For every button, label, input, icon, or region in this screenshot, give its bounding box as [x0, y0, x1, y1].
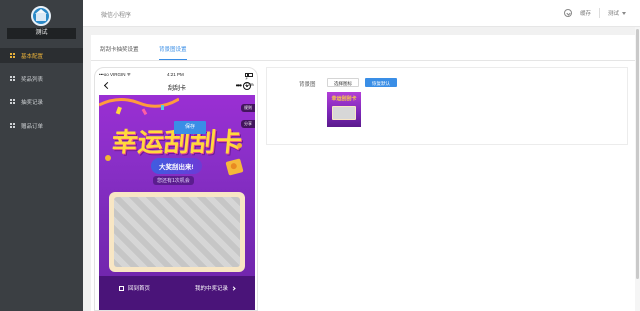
time: 4:21 PM — [167, 72, 184, 77]
divider — [598, 8, 600, 18]
carrier: •••oo VIRGIN ᯤ — [99, 72, 131, 77]
phone-bottom-bar: 回到首页 我的中奖记录 — [99, 276, 255, 310]
confetti-decoration — [99, 97, 179, 116]
tab-bar: 刮刮卡抽奖设置 背景图设置 — [91, 35, 636, 61]
coin-icon — [237, 143, 242, 148]
sidebar: 测试 基本配置 奖品列表 抽奖记录 赠品订单 — [0, 0, 83, 311]
scratch-surface[interactable] — [114, 197, 240, 267]
download-circle-icon[interactable] — [563, 9, 572, 17]
battery-icon — [245, 72, 253, 77]
battery-text: ⚡ 22% — [245, 72, 254, 87]
cache-link[interactable]: 缓存 — [580, 9, 591, 17]
user-name: 测试 — [607, 11, 619, 17]
phone-status-bar: •••oo VIRGIN ᯤ 4:21 PM ⚡ 22% — [95, 68, 257, 87]
app-name: 测试 — [7, 28, 76, 39]
sidebar-item-gift-orders[interactable]: 赠品订单 — [0, 118, 83, 133]
phone-title: 刮刮卡 — [167, 86, 186, 92]
rules-badge[interactable]: 规则 — [241, 104, 255, 112]
grid-icon — [10, 53, 15, 58]
phone-nav-bar: 刮刮卡 ••• — [95, 80, 257, 95]
sidebar-item-prize-list[interactable]: 奖品列表 — [0, 71, 83, 86]
main-content: 刮刮卡抽奖设置 背景图设置 •••oo VIRGIN ᯤ 4:21 PM ⚡ 2… — [91, 35, 636, 311]
sidebar-item-label: 奖品列表 — [21, 76, 44, 83]
chances-text: 您还有1次机会 — [153, 176, 194, 185]
tab-draw-settings[interactable]: 刮刮卡抽奖设置 — [100, 45, 139, 59]
scrollbar-thumb[interactable] — [636, 29, 639, 279]
grid-icon — [10, 99, 15, 104]
background-thumbnail: 幸运刮刮卡 — [327, 92, 361, 127]
thumb-card — [332, 106, 356, 120]
save-button[interactable]: 保存 — [174, 121, 206, 134]
sidebar-item-label: 基本配置 — [21, 53, 44, 60]
sidebar-item-draw-records[interactable]: 抽奖记录 — [0, 94, 83, 109]
app-logo — [31, 6, 51, 26]
select-icon-button[interactable]: 选择图标 — [327, 78, 359, 87]
breadcrumb[interactable]: 微信小程序 — [101, 10, 131, 19]
background-label: 背景图 — [299, 82, 316, 88]
reset-default-button[interactable]: 恢复默认 — [365, 78, 397, 87]
scratch-area[interactable] — [109, 192, 245, 272]
home-link[interactable]: 回到首页 — [119, 284, 150, 292]
background-form: 背景图 选择图标 恢复默认 幸运刮刮卡 — [266, 67, 628, 145]
sidebar-item-basic-config[interactable]: 基本配置 — [0, 48, 83, 63]
phone-preview: •••oo VIRGIN ᯤ 4:21 PM ⚡ 22% 刮刮卡 ••• 规则 … — [94, 67, 258, 311]
grid-icon — [10, 76, 15, 81]
coin-icon — [105, 155, 111, 161]
home-icon — [119, 286, 124, 292]
sidebar-item-label: 抽奖记录 — [21, 99, 44, 106]
hero-pill: 大奖刮出来! — [151, 158, 202, 174]
tab-background-settings[interactable]: 背景图设置 — [159, 45, 187, 60]
my-records-link[interactable]: 我的中奖记录 — [195, 284, 236, 292]
chevron-right-icon — [231, 286, 236, 291]
scrollbar[interactable] — [635, 27, 640, 311]
top-bar: 微信小程序 缓存 测试 — [83, 0, 640, 27]
user-menu[interactable]: 测试 — [608, 9, 626, 17]
card-icon — [225, 158, 244, 176]
sidebar-item-label: 赠品订单 — [21, 123, 44, 130]
chevron-down-icon — [622, 12, 626, 16]
grid-icon — [10, 123, 15, 128]
more-icon[interactable]: ••• — [236, 81, 242, 90]
thumb-title: 幸运刮刮卡 — [331, 96, 357, 102]
target-icon[interactable] — [243, 82, 251, 90]
